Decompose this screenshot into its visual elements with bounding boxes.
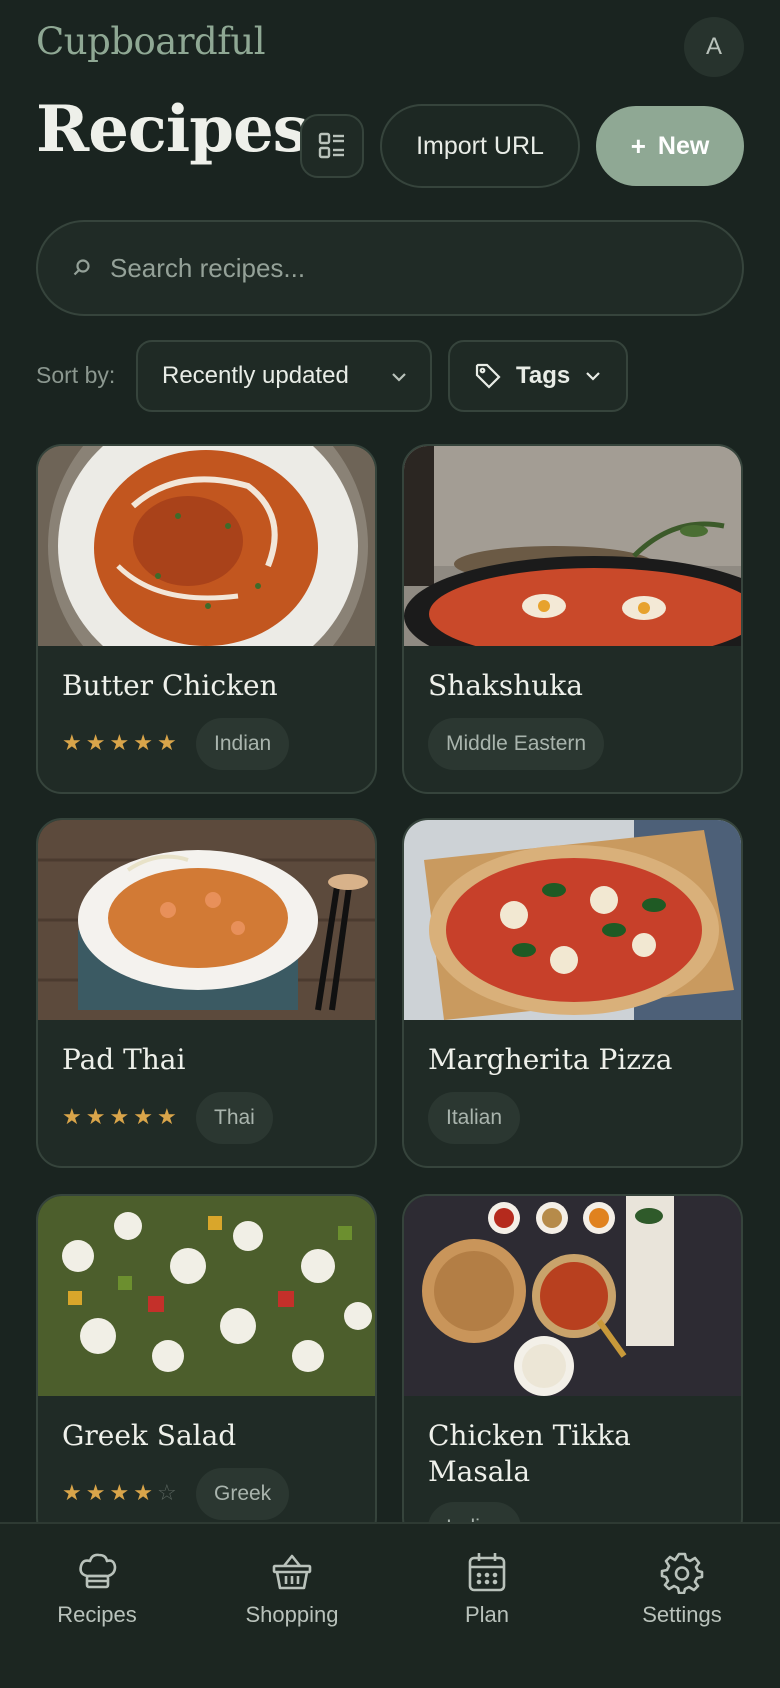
bottom-nav: Recipes Shopping Plan Settings: [0, 1522, 780, 1688]
recipe-card[interactable]: Butter Chicken ★ ★ ★ ★ ★ Indian: [36, 444, 377, 794]
star-icon: ★: [62, 730, 82, 755]
cuisine-tag: Middle Eastern: [428, 718, 605, 770]
new-recipe-label: New: [657, 131, 710, 160]
list-view-icon: [318, 132, 344, 159]
recipe-image: [38, 446, 375, 646]
star-icon: ★: [109, 1480, 130, 1505]
star-icon: ★: [133, 1104, 153, 1129]
search-placeholder: Search recipes...: [110, 252, 306, 283]
recipe-image: [404, 1196, 741, 1396]
tag-icon: [475, 363, 501, 389]
rating-stars: ★ ★ ★ ★ ☆: [62, 1480, 177, 1506]
nav-label: Shopping: [245, 1602, 339, 1627]
recipe-title: Margherita Pizza: [428, 1043, 673, 1076]
recipe-image: [38, 820, 375, 1020]
nav-item-recipes[interactable]: Recipes: [17, 1550, 177, 1628]
star-icon: ★: [85, 1104, 106, 1129]
import-url-button[interactable]: Import URL: [380, 104, 580, 188]
plus-icon: +: [630, 130, 646, 161]
recipe-title: Shakshuka: [428, 669, 583, 702]
cuisine-tag: Greek: [196, 1468, 290, 1520]
recipe-title: Butter Chicken: [62, 669, 278, 702]
nav-label: Settings: [642, 1602, 722, 1627]
sort-dropdown[interactable]: Recently updated: [136, 340, 432, 412]
recipe-image: [38, 1196, 375, 1396]
recipe-card[interactable]: Chicken Tikka Masala Indian: [402, 1194, 743, 1544]
recipe-image: [404, 446, 741, 646]
tags-label: Tags: [516, 362, 571, 389]
recipe-card[interactable]: Pad Thai ★ ★ ★ ★ ★ Thai: [36, 818, 377, 1168]
page-title: Recipes: [36, 92, 309, 167]
rating-stars: ★ ★ ★ ★ ★: [62, 1104, 177, 1130]
star-icon: ★: [133, 730, 153, 755]
sort-label: Sort by:: [36, 362, 116, 388]
recipe-image: [404, 820, 741, 1020]
recipe-card[interactable]: Margherita Pizza Italian: [402, 818, 743, 1168]
view-toggle-button[interactable]: [300, 114, 364, 178]
star-icon: ★: [109, 730, 130, 755]
cuisine-tag: Thai: [196, 1092, 273, 1144]
star-icon: ★: [62, 1104, 82, 1129]
star-empty-icon: ☆: [156, 1480, 177, 1505]
star-icon: ★: [85, 730, 106, 755]
recipe-title: Greek Salad: [62, 1419, 237, 1452]
recipe-title: Chicken Tikka Masala: [428, 1419, 631, 1488]
nav-item-plan[interactable]: Plan: [407, 1550, 567, 1628]
star-icon: ★: [156, 1104, 177, 1129]
app-logo: Cupboardful: [36, 20, 266, 63]
chef-hat-icon: [79, 1553, 117, 1589]
cuisine-tag: Indian: [196, 718, 290, 770]
gear-icon: [660, 1552, 704, 1594]
star-icon: ★: [156, 730, 177, 755]
nav-item-shopping[interactable]: Shopping: [212, 1550, 372, 1628]
nav-label: Plan: [464, 1602, 510, 1627]
tags-filter-button[interactable]: Tags: [448, 340, 628, 412]
star-icon: ★: [133, 1480, 153, 1505]
chevron-down-icon: [392, 373, 406, 382]
search-input[interactable]: Search recipes...: [36, 220, 744, 316]
chevron-down-icon: [586, 372, 601, 381]
calendar-icon: [468, 1553, 506, 1592]
sort-value: Recently updated: [162, 362, 349, 389]
star-icon: ★: [109, 1104, 130, 1129]
recipe-card[interactable]: Shakshuka Middle Eastern: [402, 444, 743, 794]
basket-icon: [272, 1554, 312, 1590]
cuisine-tag: Italian: [428, 1092, 521, 1144]
avatar[interactable]: A: [684, 17, 744, 77]
recipe-title: Pad Thai: [62, 1043, 186, 1076]
nav-item-settings[interactable]: Settings: [602, 1550, 762, 1628]
star-icon: ★: [85, 1480, 106, 1505]
search-icon: [73, 259, 90, 276]
new-recipe-button[interactable]: + New: [596, 106, 744, 186]
recipe-card[interactable]: Greek Salad ★ ★ ★ ★ ☆ Greek: [36, 1194, 377, 1544]
star-icon: ★: [62, 1480, 82, 1505]
rating-stars: ★ ★ ★ ★ ★: [62, 730, 177, 756]
nav-label: Recipes: [57, 1602, 137, 1627]
